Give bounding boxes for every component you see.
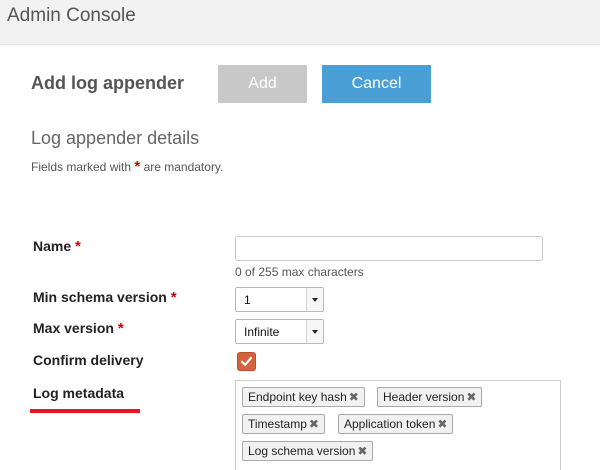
- max-version-label: Max version *: [33, 320, 124, 337]
- max-version-select[interactable]: Infinite: [235, 319, 324, 344]
- max-version-value: Infinite: [244, 325, 280, 339]
- name-char-counter: 0 of 255 max characters: [235, 265, 364, 279]
- tag-label: Header version: [383, 390, 465, 404]
- section-title: Log appender details: [31, 128, 200, 148]
- tag-label: Endpoint key hash: [248, 390, 347, 404]
- close-icon[interactable]: ✖: [437, 415, 447, 433]
- mandatory-note-suffix: are mandatory.: [143, 160, 224, 174]
- name-input[interactable]: [235, 236, 543, 261]
- name-label: Name *: [33, 238, 81, 255]
- tag-label: Log schema version: [248, 444, 356, 458]
- cancel-button[interactable]: Cancel: [322, 65, 431, 103]
- max-version-required-star: *: [117, 320, 124, 337]
- chevron-down-icon[interactable]: [306, 288, 323, 311]
- tag-label: Application token: [344, 417, 436, 431]
- required-star: *: [134, 158, 141, 175]
- max-version-label-text: Max version: [33, 320, 114, 336]
- highlight-underline: [30, 409, 140, 413]
- close-icon[interactable]: ✖: [466, 388, 476, 406]
- name-label-text: Name: [33, 238, 72, 254]
- tag-application-token: Application token ✖: [338, 414, 454, 434]
- min-schema-version-select[interactable]: 1: [235, 287, 324, 312]
- min-schema-version-label: Min schema version *: [33, 289, 177, 306]
- name-required-star: *: [75, 238, 81, 255]
- chevron-down-icon[interactable]: [306, 320, 323, 343]
- tag-timestamp: Timestamp ✖: [242, 414, 325, 434]
- confirm-delivery-checkbox[interactable]: [237, 352, 256, 371]
- close-icon[interactable]: ✖: [357, 442, 367, 460]
- page-title: Add log appender: [31, 73, 184, 93]
- add-button[interactable]: Add: [218, 65, 307, 103]
- checkmark-icon: [240, 356, 253, 366]
- top-bar: Admin Console: [0, 0, 600, 45]
- mandatory-note: Fields marked with * are mandatory.: [31, 158, 223, 175]
- close-icon[interactable]: ✖: [349, 388, 359, 406]
- mandatory-note-prefix: Fields marked with: [31, 160, 132, 174]
- min-schema-version-value: 1: [244, 293, 251, 307]
- app-title: Admin Console: [7, 5, 136, 26]
- tag-label: Timestamp: [248, 417, 307, 431]
- log-metadata-tags-input[interactable]: Endpoint key hash ✖ Header version ✖ Tim…: [235, 380, 561, 470]
- confirm-delivery-label: Confirm delivery: [33, 352, 144, 368]
- tag-endpoint-key-hash: Endpoint key hash ✖: [242, 387, 365, 407]
- tag-header-version: Header version ✖: [377, 387, 483, 407]
- log-metadata-label: Log metadata: [33, 385, 125, 401]
- min-schema-version-required-star: *: [170, 289, 177, 306]
- min-schema-version-label-text: Min schema version: [33, 289, 167, 305]
- close-icon[interactable]: ✖: [309, 415, 319, 433]
- tag-log-schema-version: Log schema version ✖: [242, 441, 374, 461]
